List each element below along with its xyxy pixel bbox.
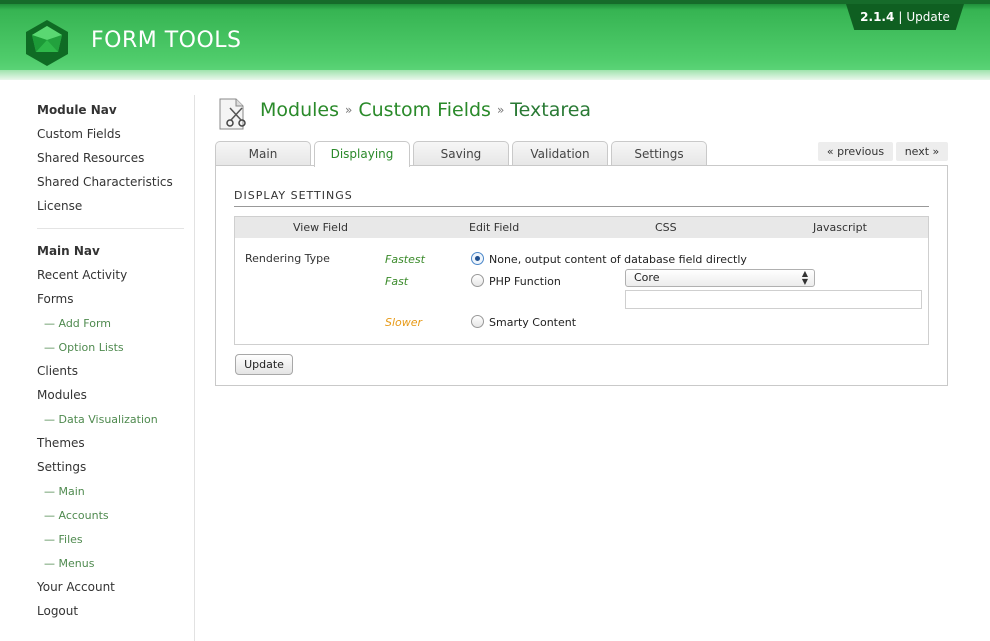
main-nav-heading: Main Nav bbox=[37, 244, 100, 258]
speed-slower: Slower bbox=[385, 316, 423, 329]
php-function-input[interactable] bbox=[625, 290, 922, 309]
scissors-document-icon bbox=[219, 98, 246, 130]
sidebar-item-settings-files[interactable]: — Files bbox=[44, 533, 83, 546]
app-header: FORM TOOLS 2.1.4 | Update bbox=[0, 0, 990, 76]
speed-fastest: Fastest bbox=[385, 253, 425, 266]
col-javascript: Javascript bbox=[813, 221, 867, 234]
breadcrumb-custom-fields[interactable]: Custom Fields bbox=[358, 99, 491, 121]
breadcrumb-modules[interactable]: Modules bbox=[260, 99, 339, 121]
sidebar-item-modules[interactable]: Modules bbox=[37, 388, 87, 402]
version-box: 2.1.4 | Update bbox=[846, 4, 964, 30]
breadcrumb: Modules » Custom Fields » Textarea bbox=[260, 99, 591, 121]
display-settings-panel: DISPLAY SETTINGS View Field Edit Field C… bbox=[215, 165, 948, 386]
col-edit-field: Edit Field bbox=[469, 221, 520, 234]
radio-php-function-label[interactable]: PHP Function bbox=[489, 275, 561, 288]
sidebar-item-your-account[interactable]: Your Account bbox=[37, 580, 115, 594]
radio-smarty-content-label[interactable]: Smarty Content bbox=[489, 316, 576, 329]
tab-settings[interactable]: Settings bbox=[611, 141, 707, 166]
sidebar-item-recent-activity[interactable]: Recent Activity bbox=[37, 268, 127, 282]
sidebar: Module Nav Custom Fields Shared Resource… bbox=[0, 95, 195, 641]
section-title: DISPLAY SETTINGS bbox=[234, 189, 353, 202]
sidebar-divider bbox=[37, 228, 184, 229]
rendering-type-label: Rendering Type bbox=[245, 252, 330, 265]
sidebar-item-add-form[interactable]: — Add Form bbox=[44, 317, 111, 330]
version-number: 2.1.4 bbox=[860, 10, 895, 24]
sidebar-item-option-lists[interactable]: — Option Lists bbox=[44, 341, 124, 354]
sidebar-item-settings-menus[interactable]: — Menus bbox=[44, 557, 94, 570]
php-function-select[interactable]: Core ▲ ▼ bbox=[625, 269, 815, 287]
sidebar-item-forms[interactable]: Forms bbox=[37, 292, 73, 306]
header-shadow bbox=[0, 70, 990, 80]
radio-none-label[interactable]: None, output content of database field d… bbox=[489, 253, 747, 266]
breadcrumb-current: Textarea bbox=[510, 99, 592, 121]
tab-saving[interactable]: Saving bbox=[413, 141, 509, 166]
previous-link[interactable]: « previous bbox=[818, 142, 893, 161]
sidebar-item-shared-characteristics[interactable]: Shared Characteristics bbox=[37, 175, 173, 189]
tab-main[interactable]: Main bbox=[215, 141, 311, 166]
sidebar-item-custom-fields[interactable]: Custom Fields bbox=[37, 127, 121, 141]
settings-table: View Field Edit Field CSS Javascript Ren… bbox=[234, 216, 929, 345]
col-css: CSS bbox=[655, 221, 677, 234]
logo-text: FORM TOOLS bbox=[91, 28, 242, 53]
version-separator: | bbox=[898, 10, 903, 24]
col-view-field: View Field bbox=[293, 221, 348, 234]
sidebar-item-settings-main[interactable]: — Main bbox=[44, 485, 85, 498]
radio-php-function[interactable] bbox=[471, 274, 484, 287]
next-link[interactable]: next » bbox=[896, 142, 948, 161]
update-link[interactable]: Update bbox=[906, 10, 949, 24]
sidebar-item-settings-accounts[interactable]: — Accounts bbox=[44, 509, 109, 522]
module-nav-heading: Module Nav bbox=[37, 103, 117, 117]
sidebar-item-logout[interactable]: Logout bbox=[37, 604, 78, 618]
sidebar-item-shared-resources[interactable]: Shared Resources bbox=[37, 151, 144, 165]
select-arrows-icon: ▲ ▼ bbox=[801, 269, 808, 286]
radio-smarty-content[interactable] bbox=[471, 315, 484, 328]
sidebar-item-settings[interactable]: Settings bbox=[37, 460, 86, 474]
sidebar-item-data-visualization[interactable]: — Data Visualization bbox=[44, 413, 158, 426]
sidebar-item-clients[interactable]: Clients bbox=[37, 364, 78, 378]
tab-displaying[interactable]: Displaying bbox=[314, 141, 410, 167]
php-function-select-value: Core bbox=[634, 271, 660, 284]
form-tools-logo-icon bbox=[26, 20, 68, 66]
radio-none[interactable] bbox=[471, 252, 484, 265]
sidebar-item-license[interactable]: License bbox=[37, 199, 82, 213]
section-rule bbox=[234, 206, 929, 207]
breadcrumb-separator: » bbox=[345, 103, 353, 117]
tab-validation[interactable]: Validation bbox=[512, 141, 608, 166]
sidebar-item-themes[interactable]: Themes bbox=[37, 436, 85, 450]
breadcrumb-separator: » bbox=[496, 103, 505, 117]
update-button[interactable]: Update bbox=[235, 354, 293, 375]
speed-fast: Fast bbox=[385, 275, 409, 288]
table-header-row: View Field Edit Field CSS Javascript bbox=[235, 217, 928, 238]
